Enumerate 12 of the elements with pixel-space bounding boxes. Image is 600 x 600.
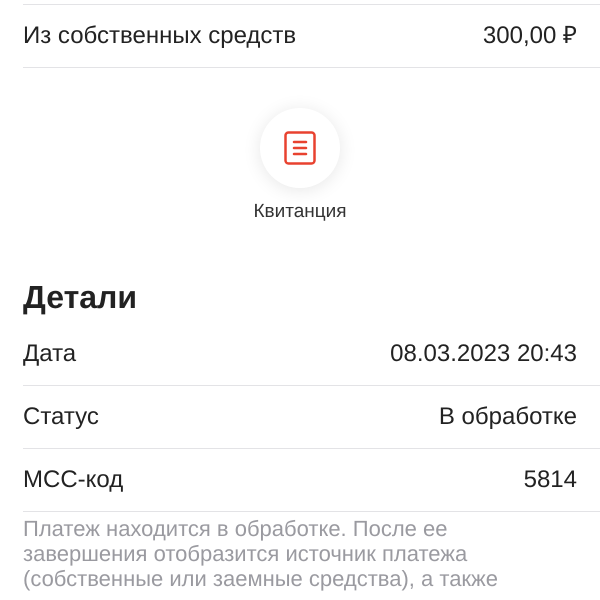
note-text: Платеж находится в обработке. После ее завершения отобразится источник платежа (собственные или заемные средства), а также [23,516,500,591]
row-label: Дата [23,338,76,369]
row-label: MCC-код [23,464,124,495]
document-icon [284,131,316,165]
row-value: 5814 [524,464,577,495]
section-title: Детали [23,278,138,317]
row-value: 08.03.2023 20:43 [390,338,577,369]
receipt-label: Квитанция [253,200,347,224]
row-value: В обработке [438,402,577,432]
row-label: Из собственных средств [23,21,296,51]
row-label: Статус [23,402,99,432]
row-value: 300,00 ₽ [482,21,577,51]
